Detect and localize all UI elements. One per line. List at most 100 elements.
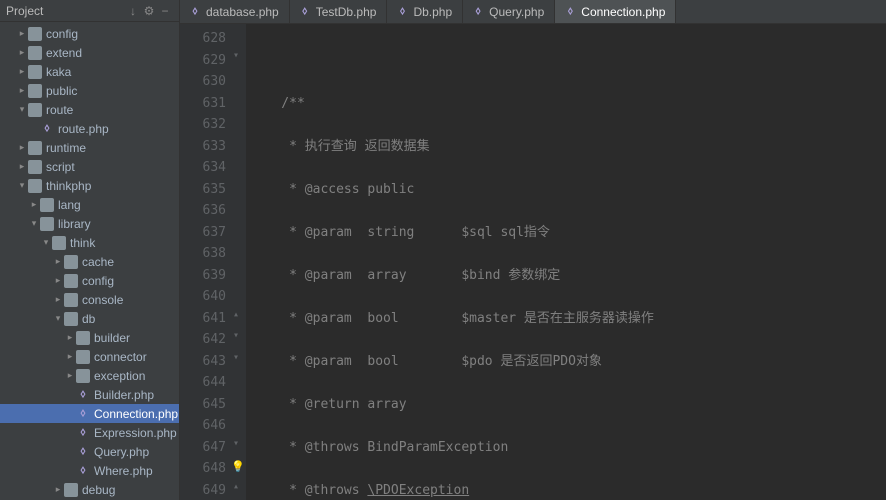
line-number[interactable]: 638 — [180, 243, 226, 265]
line-number[interactable]: 634 — [180, 157, 226, 179]
arrow-icon[interactable]: ▸ — [52, 256, 64, 267]
arrow-icon[interactable]: ▾ — [52, 313, 64, 324]
line-number[interactable]: 632 — [180, 114, 226, 136]
line-number[interactable]: 639 — [180, 265, 226, 287]
line-number[interactable]: 645 — [180, 394, 226, 416]
line-number[interactable]: 628 — [180, 28, 226, 50]
tree-node[interactable]: ⬨route.php — [0, 119, 179, 138]
tree-label: Builder.php — [94, 388, 154, 402]
code-area[interactable]: /** * 执行查询 返回数据集 * @access public * @par… — [246, 24, 886, 500]
tree-node[interactable]: ⬨Where.php — [0, 461, 179, 480]
tree-node[interactable]: ▸extend — [0, 43, 179, 62]
tree-node[interactable]: ▸config — [0, 271, 179, 290]
tree-node[interactable]: ▸cache — [0, 252, 179, 271]
gutter: 6286296306316326336346356366376386396406… — [180, 24, 232, 500]
arrow-icon[interactable]: ▸ — [16, 28, 28, 39]
editor-tab[interactable]: ⬨Db.php — [387, 0, 463, 23]
editor-tab[interactable]: ⬨Connection.php — [555, 0, 676, 23]
editor-tab[interactable]: ⬨Query.php — [463, 0, 555, 23]
arrow-icon[interactable]: ▸ — [52, 484, 64, 495]
link-pdoexception[interactable]: \PDOException — [367, 483, 469, 498]
arrow-icon[interactable]: ▸ — [64, 370, 76, 381]
tree-label: thinkphp — [46, 179, 91, 193]
tree-node[interactable]: ▸exception — [0, 366, 179, 385]
folder-icon — [28, 179, 42, 193]
arrow-icon[interactable]: ▸ — [16, 47, 28, 58]
line-number[interactable]: 640 — [180, 286, 226, 308]
fold-icon[interactable]: ▾ — [233, 50, 239, 61]
arrow-icon[interactable]: ▸ — [16, 85, 28, 96]
line-number[interactable]: 646 — [180, 415, 226, 437]
fold-icon[interactable]: ▾ — [233, 438, 239, 449]
tree-node[interactable]: ⬨Expression.php — [0, 423, 179, 442]
line-number[interactable]: 635 — [180, 179, 226, 201]
folder-icon — [28, 27, 42, 41]
tree-node[interactable]: ▸connector — [0, 347, 179, 366]
tree-node[interactable]: ▸kaka — [0, 62, 179, 81]
tree-node[interactable]: ▸debug — [0, 480, 179, 499]
arrow-icon[interactable]: ▾ — [28, 218, 40, 229]
line-number[interactable]: 642 — [180, 329, 226, 351]
arrow-icon[interactable]: ▸ — [16, 142, 28, 153]
editor-tab[interactable]: ⬨TestDb.php — [290, 0, 388, 23]
arrow-icon[interactable]: ▸ — [16, 161, 28, 172]
tree-node[interactable]: ▸script — [0, 157, 179, 176]
line-number[interactable]: 636 — [180, 200, 226, 222]
arrow-icon[interactable]: ▸ — [64, 332, 76, 343]
line-number[interactable]: 647 — [180, 437, 226, 459]
tree-node[interactable]: ▸config — [0, 24, 179, 43]
arrow-icon[interactable]: ▸ — [28, 199, 40, 210]
tree-node[interactable]: ▸ public — [0, 81, 179, 100]
line-number[interactable]: 629 — [180, 50, 226, 72]
fold-icon[interactable]: ▴ — [233, 309, 239, 320]
sidebar: Project ↓ ⚙ − ▸config▸extend▸kaka▸public… — [0, 0, 180, 500]
fold-icon[interactable]: ▴ — [233, 481, 239, 492]
fold-icon[interactable]: ▾ — [233, 330, 239, 341]
line-number[interactable]: 643 — [180, 351, 226, 373]
hide-icon[interactable]: − — [157, 3, 173, 19]
tree-node[interactable]: ⬨Builder.php — [0, 385, 179, 404]
arrow-icon[interactable]: ▸ — [64, 351, 76, 362]
arrow-icon[interactable]: ▾ — [40, 237, 52, 248]
folder-icon — [76, 350, 90, 364]
arrow-icon[interactable]: ▾ — [16, 104, 28, 115]
tree-node[interactable]: ▾ thinkphp — [0, 176, 179, 195]
tree-label: public — [46, 84, 77, 98]
project-tree[interactable]: ▸config▸extend▸kaka▸public▾route⬨route.p… — [0, 22, 179, 500]
tree-node[interactable]: ▾think — [0, 233, 179, 252]
tree-node[interactable]: ▸builder — [0, 328, 179, 347]
tree-node[interactable]: ⬨Connection.php — [0, 404, 179, 423]
collapse-icon[interactable]: ↓ — [125, 3, 141, 19]
tree-node[interactable]: ▾route — [0, 100, 179, 119]
line-number[interactable]: 631 — [180, 93, 226, 115]
fold-icon[interactable]: ▾ — [233, 352, 239, 363]
line-number[interactable]: 637 — [180, 222, 226, 244]
tree-label: Expression.php — [94, 426, 177, 440]
tree-node[interactable]: ▸lang — [0, 195, 179, 214]
bulb-icon[interactable]: 💡 — [231, 460, 245, 473]
line-number[interactable]: 630 — [180, 71, 226, 93]
arrow-icon[interactable]: ▸ — [52, 294, 64, 305]
tree-node[interactable]: ▾library — [0, 214, 179, 233]
folder-icon — [52, 236, 66, 250]
tree-node[interactable]: ▾db — [0, 309, 179, 328]
sidebar-title[interactable]: Project — [6, 4, 125, 18]
tab-label: Connection.php — [581, 5, 665, 19]
line-number[interactable]: 649 — [180, 480, 226, 500]
arrow-icon[interactable]: ▾ — [16, 180, 28, 191]
editor-tab[interactable]: ⬨database.php — [180, 0, 290, 23]
line-number[interactable]: 648 — [180, 458, 226, 480]
line-number[interactable]: 641 — [180, 308, 226, 330]
folder-icon — [64, 483, 78, 497]
arrow-icon[interactable]: ▸ — [16, 66, 28, 77]
tree-node[interactable]: ▸runtime — [0, 138, 179, 157]
gutter-marks: ▾ ▴ ▾ ▾ ▾ 💡 ▴ — [232, 24, 246, 500]
gear-icon[interactable]: ⚙ — [141, 3, 157, 19]
line-number[interactable]: 644 — [180, 372, 226, 394]
line-number[interactable]: 633 — [180, 136, 226, 158]
folder-icon — [28, 84, 42, 98]
tree-node[interactable]: ⬨Query.php — [0, 442, 179, 461]
tree-label: route.php — [58, 122, 109, 136]
tree-node[interactable]: ▸console — [0, 290, 179, 309]
arrow-icon[interactable]: ▸ — [52, 275, 64, 286]
